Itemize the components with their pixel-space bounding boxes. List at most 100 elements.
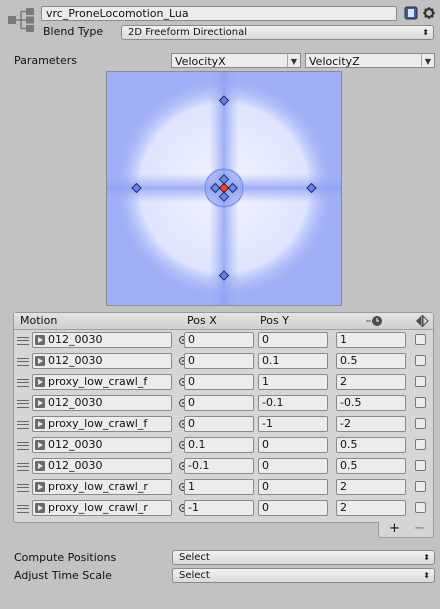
pos-y-field[interactable]: 0: [258, 479, 328, 495]
motion-clip-field[interactable]: 012_0030: [32, 332, 172, 348]
motion-clip-field[interactable]: 012_0030: [32, 395, 172, 411]
pos-x-field[interactable]: 0: [184, 395, 254, 411]
pos-x-field[interactable]: 0: [184, 416, 254, 432]
pos-y-field[interactable]: 0.1: [258, 353, 328, 369]
blend-type-label: Blend Type: [43, 25, 104, 38]
blend-tree-icon: [8, 8, 34, 32]
motion-clip-field[interactable]: proxy_low_crawl_f: [32, 416, 172, 432]
motion-clip-name: proxy_low_crawl_f: [48, 375, 148, 388]
blend-type-value: 2D Freeform Directional: [128, 27, 248, 38]
parameter-y-value: VelocityZ: [309, 55, 360, 68]
pos-y-field[interactable]: -0.1: [258, 395, 328, 411]
column-motion: Motion: [20, 314, 58, 327]
mirror-checkbox[interactable]: [415, 418, 426, 429]
motion-clip-name: 012_0030: [48, 333, 103, 346]
motion-row: 012_0030 0 -0.1 -0.5: [14, 393, 433, 413]
drag-handle-icon[interactable]: [17, 463, 29, 471]
drag-handle-icon[interactable]: [17, 379, 29, 387]
time-scale-field[interactable]: 2: [336, 500, 406, 516]
time-scale-field[interactable]: 2: [336, 374, 406, 390]
animation-clip-icon: [35, 503, 45, 513]
blend-type-dropdown[interactable]: 2D Freeform Directional ⬍: [121, 25, 434, 40]
motion-row: 012_0030 0 0.1 0.5: [14, 351, 433, 371]
animation-clip-icon: [35, 398, 45, 408]
time-scale-field[interactable]: -0.5: [336, 395, 406, 411]
animation-clip-icon: [35, 356, 45, 366]
motion-row: proxy_low_crawl_f 0 -1 -2: [14, 414, 433, 434]
pos-y-field[interactable]: 0: [258, 458, 328, 474]
mirror-checkbox[interactable]: [415, 439, 426, 450]
motion-clip-field[interactable]: 012_0030: [32, 458, 172, 474]
pos-y-field[interactable]: 1: [258, 374, 328, 390]
drag-handle-icon[interactable]: [17, 337, 29, 345]
pos-x-field[interactable]: -0.1: [184, 458, 254, 474]
clock-icon: [366, 316, 382, 326]
pos-y-field[interactable]: 0: [258, 332, 328, 348]
drag-handle-icon[interactable]: [17, 421, 29, 429]
adjust-time-scale-dropdown[interactable]: Select ⬍: [172, 568, 435, 583]
motion-clip-name: 012_0030: [48, 354, 103, 367]
pos-x-field[interactable]: 0: [184, 374, 254, 390]
pos-y-field[interactable]: 0: [258, 500, 328, 516]
time-scale-field[interactable]: -2: [336, 416, 406, 432]
motion-clip-name: 012_0030: [48, 459, 103, 472]
chevron-updown-icon: ⬍: [423, 571, 430, 580]
mirror-checkbox[interactable]: [415, 460, 426, 471]
pos-x-field[interactable]: 1: [184, 479, 254, 495]
pos-x-field[interactable]: -1: [184, 500, 254, 516]
mirror-checkbox[interactable]: [415, 502, 426, 513]
mirror-checkbox[interactable]: [415, 481, 426, 492]
motion-clip-field[interactable]: proxy_low_crawl_r: [32, 479, 172, 495]
drag-handle-icon[interactable]: [17, 505, 29, 513]
gear-icon[interactable]: [422, 6, 436, 20]
motion-row: 012_0030 0 0 1: [14, 330, 433, 350]
compute-positions-label: Compute Positions: [14, 551, 117, 564]
time-scale-field[interactable]: 2: [336, 479, 406, 495]
mirror-checkbox[interactable]: [415, 397, 426, 408]
list-footer-buttons: + −: [378, 522, 434, 538]
time-scale-field[interactable]: 0.5: [336, 458, 406, 474]
time-scale-field[interactable]: 1: [336, 332, 406, 348]
animation-clip-icon: [35, 440, 45, 450]
motion-clip-field[interactable]: 012_0030: [32, 437, 172, 453]
pos-y-field[interactable]: -1: [258, 416, 328, 432]
animation-clip-icon: [35, 482, 45, 492]
animation-clip-icon: [35, 335, 45, 345]
mirror-checkbox[interactable]: [415, 334, 426, 345]
motion-clip-field[interactable]: proxy_low_crawl_r: [32, 500, 172, 516]
motion-list-header: Motion Pos X Pos Y: [14, 313, 433, 330]
motion-row: proxy_low_crawl_r -1 0 2: [14, 498, 433, 518]
mirror-checkbox[interactable]: [415, 355, 426, 366]
animation-clip-icon: [35, 419, 45, 429]
drag-handle-icon[interactable]: [17, 442, 29, 450]
drag-handle-icon[interactable]: [17, 400, 29, 408]
drag-handle-icon[interactable]: [17, 484, 29, 492]
compute-positions-value: Select: [179, 552, 210, 563]
compute-positions-dropdown[interactable]: Select ⬍: [172, 550, 435, 565]
parameter-x-dropdown[interactable]: VelocityX ▼: [171, 53, 301, 69]
drag-handle-icon[interactable]: [17, 358, 29, 366]
asset-name-field[interactable]: vrc_ProneLocomotion_Lua: [41, 6, 397, 21]
motion-clip-field[interactable]: proxy_low_crawl_f: [32, 374, 172, 390]
animation-clip-icon: [35, 377, 45, 387]
parameter-y-dropdown[interactable]: VelocityZ ▼: [305, 53, 435, 69]
motion-clip-field[interactable]: 012_0030: [32, 353, 172, 369]
mirror-checkbox[interactable]: [415, 376, 426, 387]
adjust-time-scale-label: Adjust Time Scale: [14, 569, 112, 582]
pos-x-field[interactable]: 0.1: [184, 437, 254, 453]
remove-motion-button[interactable]: −: [414, 522, 425, 536]
chevron-updown-icon: ⬍: [423, 553, 430, 562]
time-scale-field[interactable]: 0.5: [336, 437, 406, 453]
pos-x-field[interactable]: 0: [184, 332, 254, 348]
motion-clip-name: proxy_low_crawl_r: [48, 480, 148, 493]
add-motion-button[interactable]: +: [389, 522, 400, 536]
help-icon[interactable]: [404, 6, 418, 20]
pos-y-field[interactable]: 0: [258, 437, 328, 453]
time-scale-field[interactable]: 0.5: [336, 353, 406, 369]
blend-space-graph[interactable]: [106, 71, 342, 306]
blend-position-marker[interactable]: [220, 184, 228, 192]
blend-space-plot: [107, 72, 341, 305]
motion-clip-name: proxy_low_crawl_r: [48, 501, 148, 514]
pos-x-field[interactable]: 0: [184, 353, 254, 369]
motion-row: proxy_low_crawl_r 1 0 2: [14, 477, 433, 497]
